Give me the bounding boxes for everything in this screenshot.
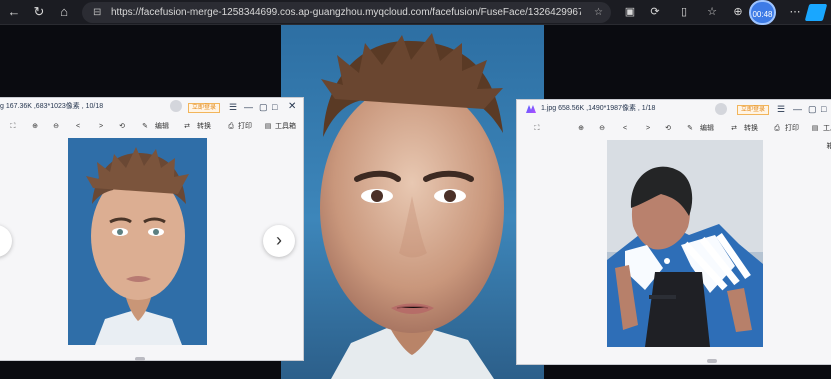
- portrait-illustration: [320, 33, 504, 379]
- left-viewer-toolbar: ⛶ ⊕ ⊖ < > ⟲ ✎ 编辑 ⇄ 转换 ⎙ 打印 ▤ 工具箱: [0, 118, 303, 136]
- refresh-icon[interactable]: ↻: [30, 3, 48, 21]
- site-info-icon[interactable]: ⊟: [93, 2, 101, 23]
- app-icon: [526, 105, 536, 113]
- left-viewer-image: [68, 138, 207, 345]
- left-viewer-bottom-handle[interactable]: [135, 357, 145, 361]
- toolbox-button[interactable]: 工具箱: [820, 120, 831, 150]
- right-image-viewer-window: 1.jpg 658.56K ,1490*1987像素 , 1/18 立即登录 ☰…: [516, 99, 831, 365]
- login-button[interactable]: 立即登录: [737, 105, 770, 115]
- menu-icon[interactable]: ☰: [229, 98, 237, 116]
- home-icon[interactable]: ⌂: [55, 3, 73, 21]
- left-viewer-titlebar: g 167.36K ,683*1023像素 , 10/18 立即登录 ☰ — ▢…: [0, 98, 303, 116]
- restore-icon[interactable]: ▢: [259, 98, 268, 116]
- favorites-icon[interactable]: ☆: [703, 3, 721, 21]
- zoom-in-icon[interactable]: ⊕: [575, 120, 587, 138]
- athlete-photo-thumbnail: [607, 140, 763, 347]
- maximize-icon[interactable]: □: [272, 98, 277, 116]
- user-avatar-icon[interactable]: [715, 103, 727, 115]
- rotate-icon[interactable]: ⟲: [662, 120, 674, 138]
- next-image-icon[interactable]: >: [95, 118, 107, 136]
- browser-toolbar: ← ↻ ⌂ ⊟ https://facefusion-merge-1258344…: [0, 0, 831, 25]
- convert-button[interactable]: 转换: [739, 120, 763, 138]
- app-logo[interactable]: [804, 4, 828, 21]
- split-screen-icon[interactable]: ▯: [675, 3, 693, 21]
- url-text: https://facefusion-merge-1258344699.cos.…: [111, 7, 581, 18]
- right-viewer-bottom-handle[interactable]: [707, 359, 717, 363]
- rotate-icon[interactable]: ⟲: [116, 118, 128, 136]
- left-viewer-file-info: g 167.36K ,683*1023像素 , 10/18: [0, 103, 104, 110]
- zoom-in-icon[interactable]: ⊕: [29, 118, 41, 136]
- man-portrait-thumbnail: [68, 138, 207, 345]
- right-viewer-titlebar: 1.jpg 658.56K ,1490*1987像素 , 1/18 立即登录 ☰…: [517, 100, 831, 118]
- fit-screen-icon[interactable]: ⛶: [531, 120, 543, 138]
- screenshot-icon[interactable]: ▣: [621, 3, 639, 21]
- edit-button[interactable]: 编辑: [150, 118, 174, 136]
- left-viewer-prev-button[interactable]: ‹: [0, 225, 12, 257]
- zoom-out-icon[interactable]: ⊖: [50, 118, 62, 136]
- right-viewer-toolbar: ⛶ ⊕ ⊖ < > ⟲ ✎ 编辑 ⇄ 转换 ⎙ 打印 ▤ 工具箱: [517, 120, 831, 150]
- minimize-icon[interactable]: —: [793, 100, 802, 118]
- menu-icon[interactable]: ☰: [777, 100, 785, 118]
- restore-icon[interactable]: ▢: [808, 100, 817, 118]
- print-button[interactable]: 打印: [235, 118, 255, 136]
- zoom-out-icon[interactable]: ⊖: [596, 120, 608, 138]
- toolbox-button[interactable]: 工具箱: [273, 118, 298, 136]
- main-result-image: [281, 25, 544, 379]
- right-viewer-file-info: 1.jpg 658.56K ,1490*1987像素 , 1/18: [541, 105, 656, 112]
- print-button[interactable]: 打印: [782, 120, 802, 138]
- right-viewer-image: [607, 140, 763, 347]
- edit-button[interactable]: 编辑: [695, 120, 719, 138]
- login-button[interactable]: 立即登录: [188, 103, 221, 113]
- back-arrow-icon[interactable]: ←: [5, 3, 23, 21]
- close-icon[interactable]: ✕: [288, 98, 296, 116]
- more-menu-icon[interactable]: ⋯: [786, 3, 804, 21]
- maximize-icon[interactable]: □: [821, 100, 826, 118]
- previous-image-icon[interactable]: <: [72, 118, 84, 136]
- collections-icon[interactable]: ⊕: [729, 3, 747, 21]
- next-image-icon[interactable]: >: [642, 120, 654, 138]
- left-image-viewer-window: g 167.36K ,683*1023像素 , 10/18 立即登录 ☰ — ▢…: [0, 97, 304, 361]
- minimize-icon[interactable]: —: [244, 98, 253, 116]
- extension-icon[interactable]: ⟳: [646, 3, 664, 21]
- convert-button[interactable]: 转换: [192, 118, 216, 136]
- recording-timer-badge: 00:48: [749, 0, 776, 25]
- previous-image-icon[interactable]: <: [619, 120, 631, 138]
- fit-screen-icon[interactable]: ⛶: [7, 118, 19, 136]
- address-bar[interactable]: ⊟ https://facefusion-merge-1258344699.co…: [82, 2, 611, 23]
- user-avatar-icon[interactable]: [170, 100, 182, 112]
- left-viewer-next-button[interactable]: ›: [263, 225, 295, 257]
- favorite-star-icon[interactable]: ☆: [594, 2, 603, 23]
